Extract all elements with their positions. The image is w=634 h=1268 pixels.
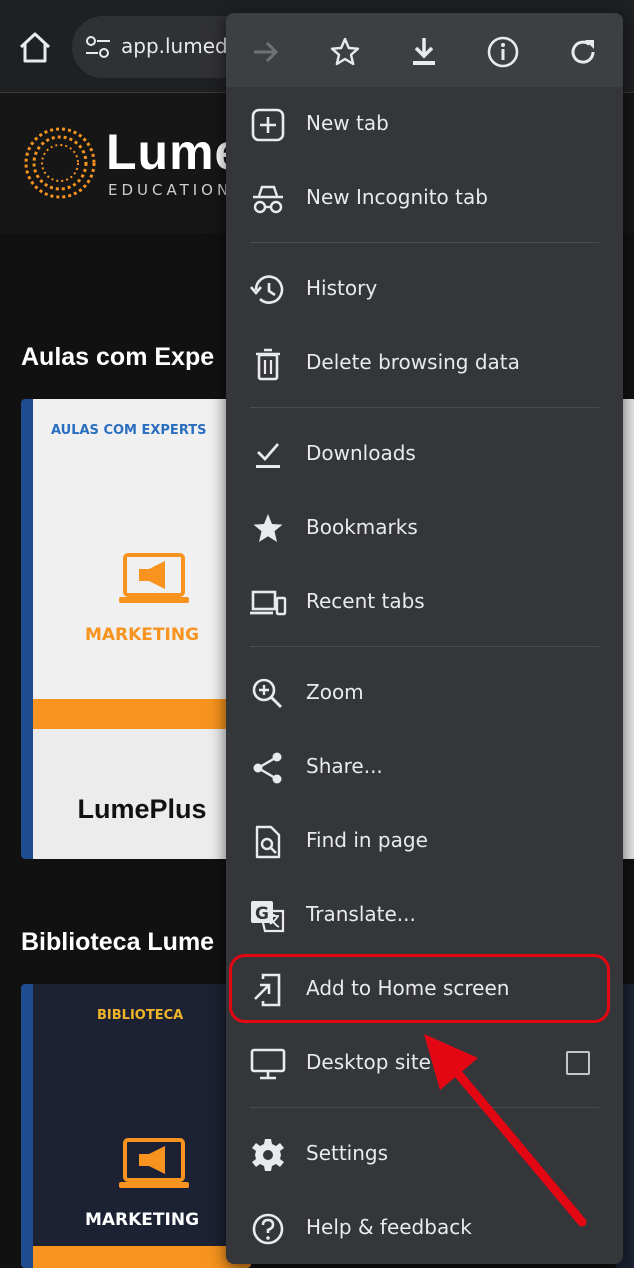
menu-divider xyxy=(250,242,599,243)
menu-item-label: Settings xyxy=(306,1141,389,1165)
menu-item-settings[interactable]: Settings xyxy=(226,1118,623,1192)
star-icon[interactable] xyxy=(327,34,363,70)
info-icon[interactable] xyxy=(485,34,521,70)
menu-item-label: Translate... xyxy=(306,902,416,926)
card-badge: BIBLIOTECA xyxy=(97,1008,184,1023)
menu-item-label: New tab xyxy=(306,111,389,135)
menu-item-label: Bookmarks xyxy=(306,515,418,539)
downloads-check-icon xyxy=(256,443,280,468)
zoom-icon xyxy=(252,678,283,709)
history-icon xyxy=(250,275,284,304)
site-settings-icon[interactable] xyxy=(84,36,112,58)
menu-divider xyxy=(250,646,599,647)
menu-action-bar xyxy=(226,13,623,87)
desktop-site-checkbox[interactable] xyxy=(566,1051,590,1075)
menu-item-label: Share... xyxy=(306,754,383,778)
desktop-icon xyxy=(250,1048,286,1080)
logo-subtitle: EDUCATION xyxy=(108,181,233,199)
menu-item-label: History xyxy=(306,276,378,300)
menu-item-zoom[interactable]: Zoom xyxy=(226,657,623,731)
menu-item-new-incognito-tab[interactable]: New Incognito tab xyxy=(226,162,623,236)
section-title-library: Biblioteca Lume xyxy=(21,928,215,956)
card-bottom-panel xyxy=(33,1246,251,1268)
megaphone-icon xyxy=(119,553,189,603)
share-icon xyxy=(253,752,282,784)
menu-item-help-feedback[interactable]: Help & feedback xyxy=(226,1192,623,1266)
menu-item-label: Delete browsing data xyxy=(306,350,520,374)
trash-icon xyxy=(256,348,280,381)
menu-item-history[interactable]: History xyxy=(226,253,623,327)
annotation-highlight-box xyxy=(229,954,610,1023)
library-card-marketing[interactable]: BIBLIOTECA MARKETING xyxy=(21,984,251,1268)
help-icon xyxy=(252,1213,284,1245)
card-badge: AULAS COM EXPERTS xyxy=(51,423,207,438)
lume-logo-icon xyxy=(24,127,96,199)
menu-divider xyxy=(250,407,599,408)
gear-icon xyxy=(252,1139,284,1171)
section-title-experts: Aulas com Expe xyxy=(21,343,215,371)
menu-item-downloads[interactable]: Downloads xyxy=(226,418,623,492)
devices-icon xyxy=(250,590,287,616)
menu-item-label: Recent tabs xyxy=(306,589,425,613)
menu-item-label: Find in page xyxy=(306,828,428,852)
menu-item-bookmarks[interactable]: Bookmarks xyxy=(226,492,623,566)
course-card-marketing[interactable]: AULAS COM EXPERTS MARKETING LumePlus xyxy=(21,399,251,859)
menu-item-delete-browsing-data[interactable]: Delete browsing data xyxy=(226,327,623,401)
download-icon[interactable] xyxy=(406,34,442,70)
home-icon xyxy=(19,32,51,63)
logo-name: Lume xyxy=(106,124,244,180)
menu-divider xyxy=(250,1107,599,1108)
menu-item-label: Zoom xyxy=(306,680,364,704)
svg-text:G: G xyxy=(255,904,269,924)
menu-item-label: Downloads xyxy=(306,441,416,465)
menu-item-desktop-site[interactable]: Desktop site xyxy=(226,1027,623,1101)
star-filled-icon xyxy=(253,514,283,542)
menu-item-label: Help & feedback xyxy=(306,1215,472,1239)
menu-item-label: New Incognito tab xyxy=(306,185,488,209)
home-button[interactable] xyxy=(15,30,55,66)
card-label: MARKETING xyxy=(84,625,200,645)
menu-item-new-tab[interactable]: New tab xyxy=(226,88,623,162)
card-brand: LumePlus xyxy=(77,794,207,824)
menu-item-translate[interactable]: G Translate... xyxy=(226,879,623,953)
menu-item-find-in-page[interactable]: Find in page xyxy=(226,805,623,879)
megaphone-icon xyxy=(119,1138,189,1188)
menu-item-recent-tabs[interactable]: Recent tabs xyxy=(226,566,623,640)
card-bottom-panel xyxy=(33,699,251,859)
refresh-icon[interactable] xyxy=(565,34,601,70)
menu-item-share[interactable]: Share... xyxy=(226,731,623,805)
url-text: app.lumedu xyxy=(121,34,241,58)
forward-icon[interactable] xyxy=(248,34,284,70)
browser-overflow-menu: New tab New Incognito tab History Delete… xyxy=(226,13,623,1264)
add-box-icon xyxy=(251,108,285,142)
card-label: MARKETING xyxy=(84,1210,200,1230)
incognito-icon xyxy=(253,185,283,214)
find-in-page-icon xyxy=(255,825,281,859)
menu-item-label: Desktop site xyxy=(306,1050,431,1074)
translate-icon: G xyxy=(251,901,285,933)
